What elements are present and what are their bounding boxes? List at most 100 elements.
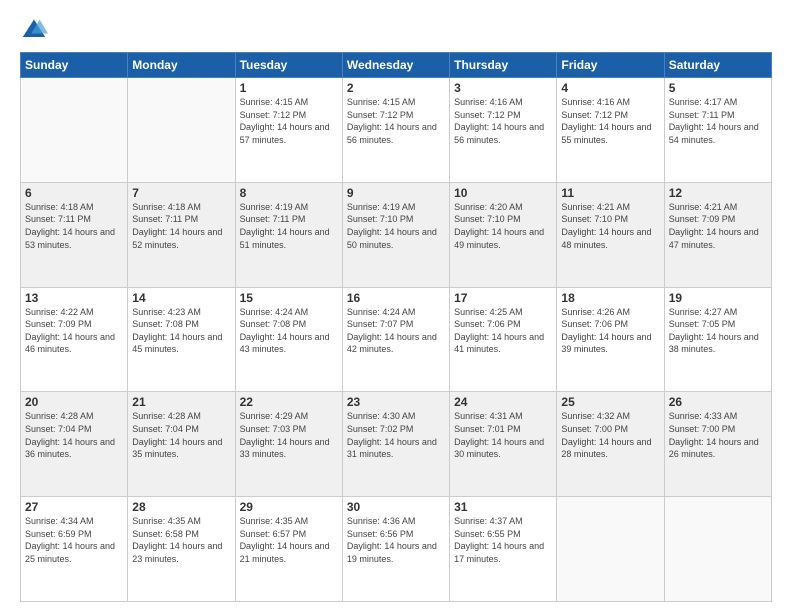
calendar-cell: 11Sunrise: 4:21 AM Sunset: 7:10 PM Dayli… [557, 182, 664, 287]
day-info: Sunrise: 4:28 AM Sunset: 7:04 PM Dayligh… [132, 410, 230, 460]
calendar-cell: 29Sunrise: 4:35 AM Sunset: 6:57 PM Dayli… [235, 497, 342, 602]
day-info: Sunrise: 4:21 AM Sunset: 7:10 PM Dayligh… [561, 201, 659, 251]
calendar-cell: 9Sunrise: 4:19 AM Sunset: 7:10 PM Daylig… [342, 182, 449, 287]
page: SundayMondayTuesdayWednesdayThursdayFrid… [0, 0, 792, 612]
day-info: Sunrise: 4:35 AM Sunset: 6:58 PM Dayligh… [132, 515, 230, 565]
day-info: Sunrise: 4:15 AM Sunset: 7:12 PM Dayligh… [240, 96, 338, 146]
day-info: Sunrise: 4:18 AM Sunset: 7:11 PM Dayligh… [25, 201, 123, 251]
day-number: 8 [240, 186, 338, 200]
calendar-cell: 8Sunrise: 4:19 AM Sunset: 7:11 PM Daylig… [235, 182, 342, 287]
day-info: Sunrise: 4:31 AM Sunset: 7:01 PM Dayligh… [454, 410, 552, 460]
day-number: 9 [347, 186, 445, 200]
week-row-2: 6Sunrise: 4:18 AM Sunset: 7:11 PM Daylig… [21, 182, 772, 287]
calendar-cell: 15Sunrise: 4:24 AM Sunset: 7:08 PM Dayli… [235, 287, 342, 392]
day-number: 4 [561, 81, 659, 95]
calendar-cell: 30Sunrise: 4:36 AM Sunset: 6:56 PM Dayli… [342, 497, 449, 602]
day-number: 13 [25, 291, 123, 305]
header [20, 16, 772, 44]
day-number: 5 [669, 81, 767, 95]
day-number: 30 [347, 500, 445, 514]
day-info: Sunrise: 4:23 AM Sunset: 7:08 PM Dayligh… [132, 306, 230, 356]
calendar-cell: 2Sunrise: 4:15 AM Sunset: 7:12 PM Daylig… [342, 78, 449, 183]
calendar-cell: 3Sunrise: 4:16 AM Sunset: 7:12 PM Daylig… [450, 78, 557, 183]
day-number: 28 [132, 500, 230, 514]
column-header-friday: Friday [557, 53, 664, 78]
calendar-cell [557, 497, 664, 602]
calendar-cell: 27Sunrise: 4:34 AM Sunset: 6:59 PM Dayli… [21, 497, 128, 602]
day-number: 21 [132, 395, 230, 409]
calendar-cell: 6Sunrise: 4:18 AM Sunset: 7:11 PM Daylig… [21, 182, 128, 287]
day-number: 6 [25, 186, 123, 200]
calendar-cell: 24Sunrise: 4:31 AM Sunset: 7:01 PM Dayli… [450, 392, 557, 497]
day-info: Sunrise: 4:27 AM Sunset: 7:05 PM Dayligh… [669, 306, 767, 356]
calendar-cell [664, 497, 771, 602]
day-info: Sunrise: 4:37 AM Sunset: 6:55 PM Dayligh… [454, 515, 552, 565]
week-row-3: 13Sunrise: 4:22 AM Sunset: 7:09 PM Dayli… [21, 287, 772, 392]
calendar-cell: 26Sunrise: 4:33 AM Sunset: 7:00 PM Dayli… [664, 392, 771, 497]
calendar-cell [21, 78, 128, 183]
calendar-cell: 10Sunrise: 4:20 AM Sunset: 7:10 PM Dayli… [450, 182, 557, 287]
calendar-cell: 14Sunrise: 4:23 AM Sunset: 7:08 PM Dayli… [128, 287, 235, 392]
day-info: Sunrise: 4:25 AM Sunset: 7:06 PM Dayligh… [454, 306, 552, 356]
calendar-cell: 28Sunrise: 4:35 AM Sunset: 6:58 PM Dayli… [128, 497, 235, 602]
day-number: 1 [240, 81, 338, 95]
day-number: 16 [347, 291, 445, 305]
column-header-tuesday: Tuesday [235, 53, 342, 78]
day-info: Sunrise: 4:19 AM Sunset: 7:10 PM Dayligh… [347, 201, 445, 251]
logo [20, 16, 52, 44]
calendar-cell: 1Sunrise: 4:15 AM Sunset: 7:12 PM Daylig… [235, 78, 342, 183]
day-info: Sunrise: 4:30 AM Sunset: 7:02 PM Dayligh… [347, 410, 445, 460]
day-info: Sunrise: 4:33 AM Sunset: 7:00 PM Dayligh… [669, 410, 767, 460]
day-info: Sunrise: 4:26 AM Sunset: 7:06 PM Dayligh… [561, 306, 659, 356]
day-info: Sunrise: 4:21 AM Sunset: 7:09 PM Dayligh… [669, 201, 767, 251]
day-number: 3 [454, 81, 552, 95]
day-info: Sunrise: 4:20 AM Sunset: 7:10 PM Dayligh… [454, 201, 552, 251]
day-number: 26 [669, 395, 767, 409]
calendar-cell: 16Sunrise: 4:24 AM Sunset: 7:07 PM Dayli… [342, 287, 449, 392]
day-info: Sunrise: 4:24 AM Sunset: 7:07 PM Dayligh… [347, 306, 445, 356]
day-info: Sunrise: 4:34 AM Sunset: 6:59 PM Dayligh… [25, 515, 123, 565]
day-number: 14 [132, 291, 230, 305]
calendar-cell: 18Sunrise: 4:26 AM Sunset: 7:06 PM Dayli… [557, 287, 664, 392]
week-row-4: 20 Sunrise: 4:28 AM Sunset: 7:04 PM Dayli… [21, 392, 772, 497]
calendar-cell: 7Sunrise: 4:18 AM Sunset: 7:11 PM Daylig… [128, 182, 235, 287]
day-number: 29 [240, 500, 338, 514]
day-info: Sunrise: 4:15 AM Sunset: 7:12 PM Dayligh… [347, 96, 445, 146]
calendar-cell: 13Sunrise: 4:22 AM Sunset: 7:09 PM Dayli… [21, 287, 128, 392]
calendar-cell: 22Sunrise: 4:29 AM Sunset: 7:03 PM Dayli… [235, 392, 342, 497]
header-row: SundayMondayTuesdayWednesdayThursdayFrid… [21, 53, 772, 78]
day-number: 23 [347, 395, 445, 409]
calendar-cell: 21Sunrise: 4:28 AM Sunset: 7:04 PM Dayli… [128, 392, 235, 497]
calendar-cell: 20Sunrise: 4:28 AM Sunset: 7:04 PM Dayli… [21, 392, 128, 497]
column-header-sunday: Sunday [21, 53, 128, 78]
day-info: Sunrise: 4:18 AM Sunset: 7:11 PM Dayligh… [132, 201, 230, 251]
calendar-cell [128, 78, 235, 183]
calendar-table: SundayMondayTuesdayWednesdayThursdayFrid… [20, 52, 772, 602]
day-number: 11 [561, 186, 659, 200]
column-header-monday: Monday [128, 53, 235, 78]
calendar-cell: 25Sunrise: 4:32 AM Sunset: 7:00 PM Dayli… [557, 392, 664, 497]
day-info: Sunrise: 4:24 AM Sunset: 7:08 PM Dayligh… [240, 306, 338, 356]
day-info: Sunrise: 4:36 AM Sunset: 6:56 PM Dayligh… [347, 515, 445, 565]
day-info: Sunrise: 4:16 AM Sunset: 7:12 PM Dayligh… [454, 96, 552, 146]
week-row-5: 27Sunrise: 4:34 AM Sunset: 6:59 PM Dayli… [21, 497, 772, 602]
column-header-saturday: Saturday [664, 53, 771, 78]
day-number: 17 [454, 291, 552, 305]
day-number: 15 [240, 291, 338, 305]
day-number: 31 [454, 500, 552, 514]
calendar-cell: 17Sunrise: 4:25 AM Sunset: 7:06 PM Dayli… [450, 287, 557, 392]
day-number: 19 [669, 291, 767, 305]
day-number: 25 [561, 395, 659, 409]
day-number: 20 [25, 395, 123, 409]
day-number: 22 [240, 395, 338, 409]
day-info: Sunrise: 4:17 AM Sunset: 7:11 PM Dayligh… [669, 96, 767, 146]
day-info: Sunrise: 4:29 AM Sunset: 7:03 PM Dayligh… [240, 410, 338, 460]
calendar-cell: 19Sunrise: 4:27 AM Sunset: 7:05 PM Dayli… [664, 287, 771, 392]
logo-icon [20, 16, 48, 44]
calendar-cell: 12Sunrise: 4:21 AM Sunset: 7:09 PM Dayli… [664, 182, 771, 287]
calendar-cell: 23Sunrise: 4:30 AM Sunset: 7:02 PM Dayli… [342, 392, 449, 497]
calendar-cell: 31Sunrise: 4:37 AM Sunset: 6:55 PM Dayli… [450, 497, 557, 602]
day-number: 7 [132, 186, 230, 200]
day-info: Sunrise: 4:19 AM Sunset: 7:11 PM Dayligh… [240, 201, 338, 251]
day-number: 12 [669, 186, 767, 200]
